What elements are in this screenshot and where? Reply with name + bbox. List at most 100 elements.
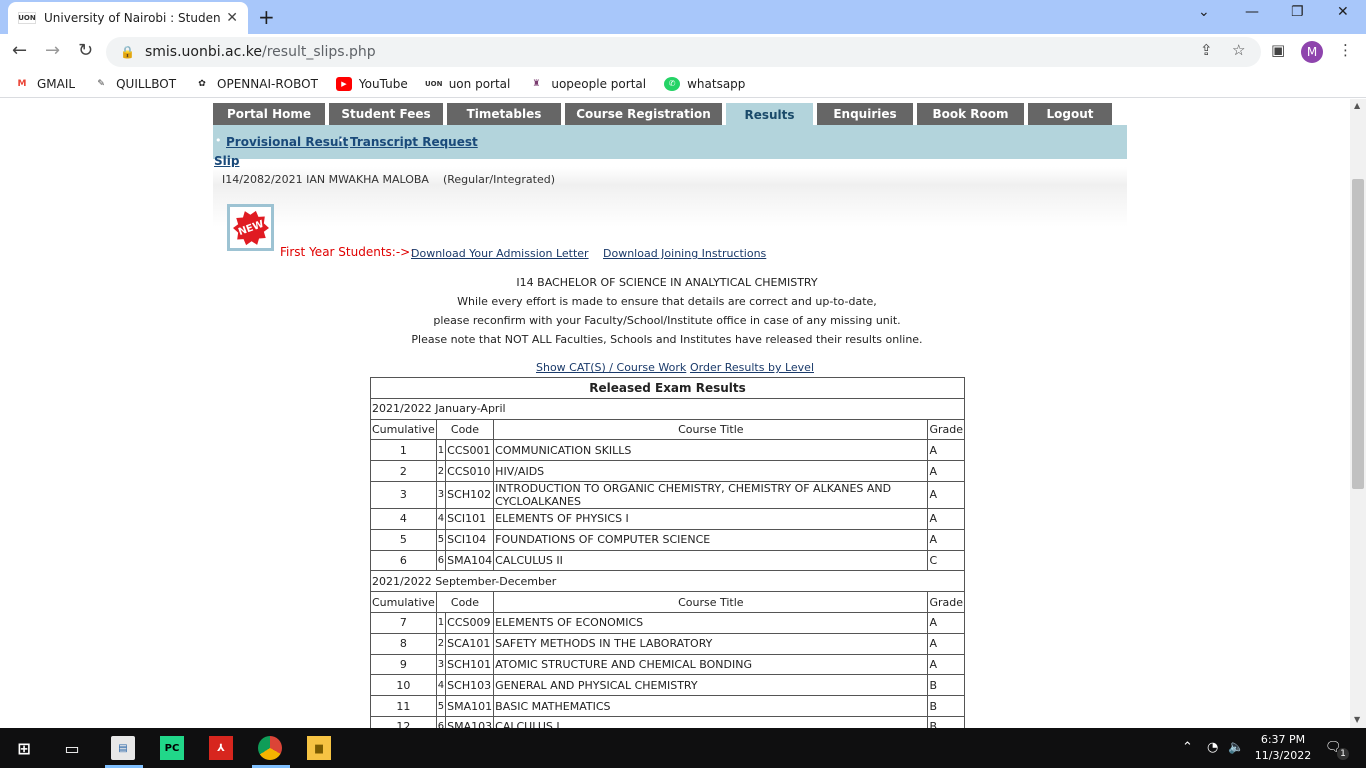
- nav-logout[interactable]: Logout: [1028, 103, 1112, 125]
- bookmark-uopeople[interactable]: ♜ uopeople portal: [528, 77, 646, 91]
- sidebar-icon[interactable]: ▣: [1271, 41, 1285, 59]
- bookmark-label: uopeople portal: [551, 76, 647, 91]
- nav-course-registration[interactable]: Course Registration: [565, 103, 722, 125]
- tab-title: University of Nairobi : Students C: [44, 11, 221, 25]
- volume-icon[interactable]: 🔈: [1228, 740, 1244, 755]
- nav-book-room[interactable]: Book Room: [917, 103, 1024, 125]
- reload-icon[interactable]: ↻: [78, 40, 93, 61]
- column-header-cumulative: Cumulative: [370, 418, 437, 441]
- windows-start-icon[interactable]: ⊞: [12, 736, 36, 760]
- forward-icon[interactable]: →: [45, 40, 60, 61]
- nav-results[interactable]: Results: [726, 103, 813, 127]
- sequence-cell: 1: [435, 439, 447, 462]
- grade-cell: A: [927, 632, 965, 655]
- table-row: 10 4 SCH103 GENERAL AND PHYSICAL CHEMISTRY B: [370, 674, 965, 697]
- download-admission-letter-link[interactable]: Download Your Admission Letter: [411, 247, 589, 260]
- sequence-cell: 2: [435, 460, 447, 482]
- grade-cell: C: [927, 549, 965, 572]
- column-header-code: Code: [435, 418, 495, 441]
- minimize-icon[interactable]: —: [1245, 4, 1259, 20]
- column-header-title: Course Title: [493, 591, 929, 613]
- nav-student-fees[interactable]: Student Fees: [329, 103, 443, 125]
- new-tab-icon[interactable]: +: [258, 5, 275, 29]
- bookmark-openai[interactable]: ✿ OPENNAI-ROBOT: [194, 77, 318, 91]
- bookmark-uon-portal[interactable]: UON uon portal: [424, 77, 510, 91]
- course-code-cell: SCA101: [445, 632, 495, 655]
- wifi-icon[interactable]: ◔: [1207, 740, 1218, 755]
- bookmark-star-icon[interactable]: ☆: [1232, 41, 1245, 59]
- menu-kebab-icon[interactable]: ⋮: [1338, 41, 1353, 59]
- system-clock[interactable]: 6:37 PM 11/3/2022: [1253, 732, 1313, 764]
- download-joining-instructions-link[interactable]: Download Joining Instructions: [603, 247, 766, 260]
- grade-cell: B: [927, 695, 965, 717]
- scroll-up-icon[interactable]: ▲: [1354, 101, 1360, 110]
- bookmark-gmail[interactable]: M GMAIL: [14, 76, 76, 91]
- table-row: 12 6 SMA103 CALCULUS IB: [370, 715, 965, 728]
- grade-cell: A: [927, 653, 965, 676]
- grade-cell: A: [927, 507, 965, 530]
- clock-time: 6:37 PM: [1260, 733, 1306, 746]
- restore-icon[interactable]: ❐: [1291, 4, 1304, 20]
- student-name: IAN MWAKHA MALOBA: [306, 173, 429, 186]
- scrollbar-thumb[interactable]: [1352, 179, 1364, 489]
- uon-icon: UON: [424, 79, 443, 88]
- page-content: Portal Home Student Fees Timetables Cour…: [0, 99, 1350, 728]
- profile-avatar[interactable]: M: [1301, 41, 1323, 63]
- lock-icon[interactable]: 🔒: [120, 45, 135, 59]
- student-info: I14/2082/2021 IAN MWAKHA MALOBA (Regular…: [222, 173, 555, 186]
- reg-number: I14/2082/2021: [222, 173, 303, 186]
- tab-close-icon[interactable]: ✕: [226, 10, 238, 26]
- acrobat-icon[interactable]: ⅄: [209, 736, 233, 760]
- file-manager-app-icon[interactable]: ▤: [111, 736, 135, 760]
- nav-enquiries[interactable]: Enquiries: [817, 103, 913, 125]
- bookmark-label: GMAIL: [37, 76, 76, 91]
- browser-toolbar: ← → ↻ 🔒 smis.uonbi.ac.ke/result_slips.ph…: [0, 34, 1366, 70]
- course-code-cell: SMA104: [445, 549, 495, 572]
- address-bar[interactable]: 🔒 smis.uonbi.ac.ke/result_slips.php: [106, 37, 1261, 67]
- table-row: 2 2 CCS010 HIV/AIDS A: [370, 460, 965, 482]
- pycharm-icon[interactable]: PC: [160, 736, 184, 760]
- grade-cell: B: [927, 674, 965, 697]
- column-header-title: Course Title: [493, 418, 929, 441]
- table-header-row: Cumulative Code Course Title Grade: [370, 591, 965, 613]
- nav-portal-home[interactable]: Portal Home: [213, 103, 325, 125]
- slip-link[interactable]: Slip: [214, 154, 239, 168]
- window-close-icon[interactable]: ✕: [1337, 4, 1349, 20]
- transcript-request-link[interactable]: Transcript Request: [350, 135, 478, 149]
- tab-search-icon[interactable]: ⌄: [1198, 4, 1210, 20]
- column-header-grade: Grade: [927, 418, 965, 441]
- file-explorer-icon[interactable]: ▆: [307, 736, 331, 760]
- bookmark-quillbot[interactable]: ✎ QUILLBOT: [93, 77, 176, 91]
- share-icon[interactable]: ⇪: [1200, 41, 1213, 59]
- course-title-cell: GENERAL AND PHYSICAL CHEMISTRY: [493, 674, 929, 697]
- course-title-cell: COMMUNICATION SKILLS: [493, 439, 929, 462]
- course-code-cell: SMA101: [445, 695, 495, 717]
- page-scrollbar[interactable]: ▲ ▼: [1350, 99, 1366, 728]
- browser-titlebar: UON University of Nairobi : Students C ✕…: [0, 0, 1366, 34]
- grade-cell: A: [927, 460, 965, 482]
- session-header: 2021/2022 September-December: [370, 570, 965, 593]
- quillbot-icon: ✎: [97, 78, 105, 89]
- course-title-cell: CALCULUS II: [493, 549, 929, 572]
- nav-timetables[interactable]: Timetables: [447, 103, 561, 125]
- tray-overflow-icon[interactable]: ⌃: [1182, 740, 1193, 755]
- results-caption: Released Exam Results: [370, 377, 965, 399]
- back-icon[interactable]: ←: [12, 40, 27, 61]
- provisional-result-link[interactable]: Provisional Result: [226, 135, 348, 149]
- uon-favicon-icon: UON: [18, 12, 36, 24]
- bookmark-label: whatsapp: [687, 76, 746, 91]
- bookmark-youtube[interactable]: ▶ YouTube: [335, 76, 408, 91]
- browser-tab[interactable]: UON University of Nairobi : Students C ✕: [8, 2, 248, 34]
- show-cat-link[interactable]: Show CAT(S) / Course Work: [536, 361, 686, 374]
- course-code-cell: SCH102: [445, 480, 495, 509]
- bookmark-whatsapp[interactable]: ✆ whatsapp: [664, 76, 746, 91]
- cumulative-cell: 11: [370, 695, 437, 717]
- order-by-level-link[interactable]: Order Results by Level: [690, 361, 814, 374]
- cumulative-cell: 10: [370, 674, 437, 697]
- sequence-cell: 6: [435, 549, 447, 572]
- chrome-icon[interactable]: [258, 736, 282, 760]
- program-name: I14 BACHELOR OF SCIENCE IN ANALYTICAL CH…: [516, 276, 818, 289]
- task-view-icon[interactable]: ▭: [60, 736, 84, 760]
- uopeople-icon: ♜: [532, 78, 541, 89]
- scroll-down-icon[interactable]: ▼: [1354, 715, 1360, 724]
